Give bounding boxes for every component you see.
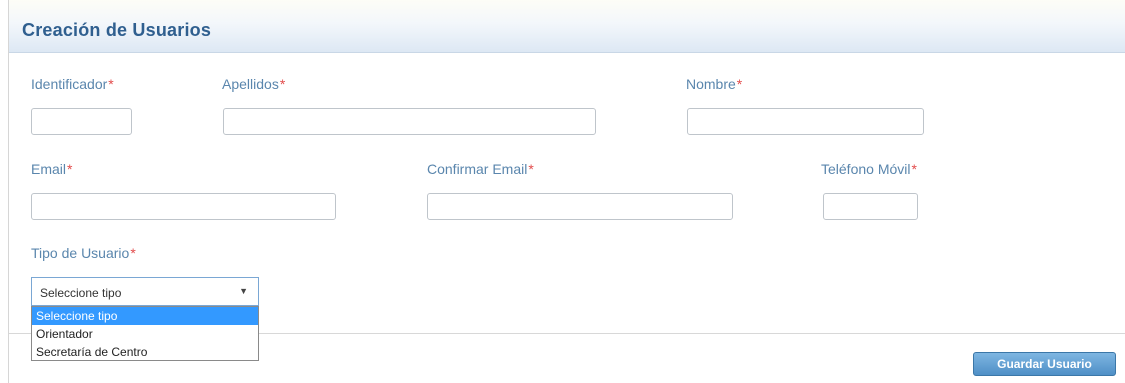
dropdown-option-secretaria-de-centro[interactable]: Secretaría de Centro — [32, 343, 258, 361]
triangle-down-icon: ▼ — [239, 286, 248, 296]
confirmar-email-label: Confirmar Email* — [427, 161, 534, 177]
nombre-label: Nombre* — [686, 76, 743, 92]
required-mark: * — [130, 245, 136, 261]
confirmar-email-input[interactable] — [427, 193, 733, 220]
email-label: Email* — [31, 161, 73, 177]
page-title: Creación de Usuarios — [22, 20, 212, 40]
left-border — [8, 0, 9, 383]
tipo-usuario-label: Tipo de Usuario* — [31, 245, 136, 261]
required-mark: * — [108, 76, 114, 92]
required-mark: * — [528, 161, 534, 177]
identificador-label: Identificador* — [31, 76, 114, 92]
required-mark: * — [67, 161, 73, 177]
required-mark: * — [911, 161, 917, 177]
nombre-input[interactable] — [687, 108, 924, 135]
identificador-input[interactable] — [31, 108, 132, 135]
tipo-usuario-select[interactable]: Seleccione tipo ▼ — [31, 277, 259, 306]
tipo-usuario-dropdown: Seleccione tipo Orientador Secretaría de… — [31, 306, 259, 361]
save-user-button[interactable]: Guardar Usuario — [973, 352, 1116, 376]
dropdown-option-seleccione-tipo[interactable]: Seleccione tipo — [32, 307, 258, 325]
telefono-movil-input[interactable] — [823, 193, 918, 220]
required-mark: * — [736, 76, 743, 92]
tipo-usuario-selected-value: Seleccione tipo — [40, 286, 122, 300]
apellidos-label: Apellidos* — [222, 76, 286, 92]
dropdown-option-orientador[interactable]: Orientador — [32, 325, 258, 343]
apellidos-input[interactable] — [223, 108, 596, 135]
telefono-movil-label: Teléfono Móvil* — [821, 161, 917, 177]
form-header: Creación de Usuarios — [9, 0, 1125, 53]
required-mark: * — [279, 76, 286, 92]
email-input[interactable] — [31, 193, 336, 220]
